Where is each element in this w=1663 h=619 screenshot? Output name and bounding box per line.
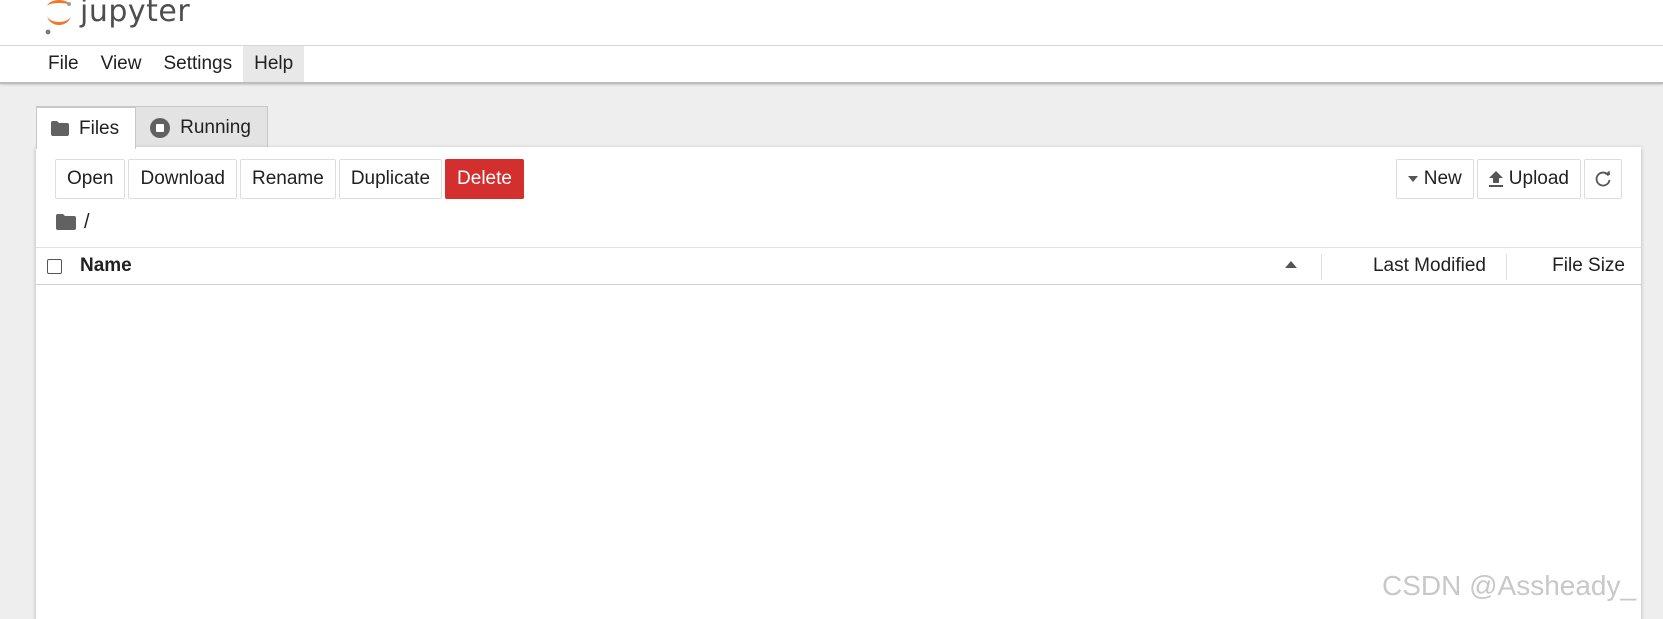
menu-settings[interactable]: Settings xyxy=(152,46,243,82)
column-file-size[interactable]: File Size xyxy=(1507,248,1641,284)
watermark: CSDN @Assheady_ xyxy=(1382,570,1637,601)
download-button[interactable]: Download xyxy=(128,159,237,199)
open-button[interactable]: Open xyxy=(55,159,126,199)
breadcrumb: / xyxy=(56,207,90,237)
file-list xyxy=(36,285,1641,615)
folder-icon[interactable] xyxy=(56,214,76,230)
jupyter-logo[interactable]: jupyter xyxy=(44,0,190,38)
refresh-icon xyxy=(1595,170,1611,187)
logo-text: jupyter xyxy=(80,0,191,29)
upload-button[interactable]: Upload xyxy=(1476,159,1581,199)
tab-files-label: Files xyxy=(79,117,120,139)
stop-circle-icon xyxy=(150,117,171,138)
create-toolbar: New Upload xyxy=(1395,159,1622,199)
caret-down-icon xyxy=(1407,176,1418,182)
select-all-checkbox[interactable] xyxy=(47,259,62,274)
column-last-modified[interactable]: Last Modified xyxy=(1322,248,1502,284)
new-button[interactable]: New xyxy=(1395,159,1474,199)
sort-ascending-icon[interactable] xyxy=(1285,261,1297,268)
menu-file[interactable]: File xyxy=(37,46,90,82)
tab-bar: Files Running xyxy=(36,106,268,149)
tab-running[interactable]: Running xyxy=(135,106,268,148)
file-browser-panel: Open Download Rename Duplicate Delete Ne… xyxy=(36,147,1641,619)
tab-files[interactable]: Files xyxy=(36,106,137,149)
folder-icon xyxy=(51,121,69,136)
menu-view[interactable]: View xyxy=(90,46,153,82)
menu-help[interactable]: Help xyxy=(243,46,305,82)
upload-icon xyxy=(1488,171,1503,187)
upload-button-label: Upload xyxy=(1508,168,1569,189)
file-actions-toolbar: Open Download Rename Duplicate Delete xyxy=(55,159,524,199)
breadcrumb-path[interactable]: / xyxy=(84,211,90,234)
rename-button[interactable]: Rename xyxy=(239,159,336,199)
new-button-label: New xyxy=(1423,168,1462,189)
column-name[interactable]: Name xyxy=(80,248,132,284)
tab-running-label: Running xyxy=(180,116,251,138)
delete-button[interactable]: Delete xyxy=(445,159,524,199)
jupyter-logo-icon xyxy=(45,0,71,35)
app-header: jupyter xyxy=(0,0,1663,46)
listing-header: Name Last Modified File Size xyxy=(36,247,1641,285)
duplicate-button[interactable]: Duplicate xyxy=(338,159,443,199)
menu-bar: File View Settings Help xyxy=(0,46,1663,84)
refresh-button[interactable] xyxy=(1584,159,1622,199)
